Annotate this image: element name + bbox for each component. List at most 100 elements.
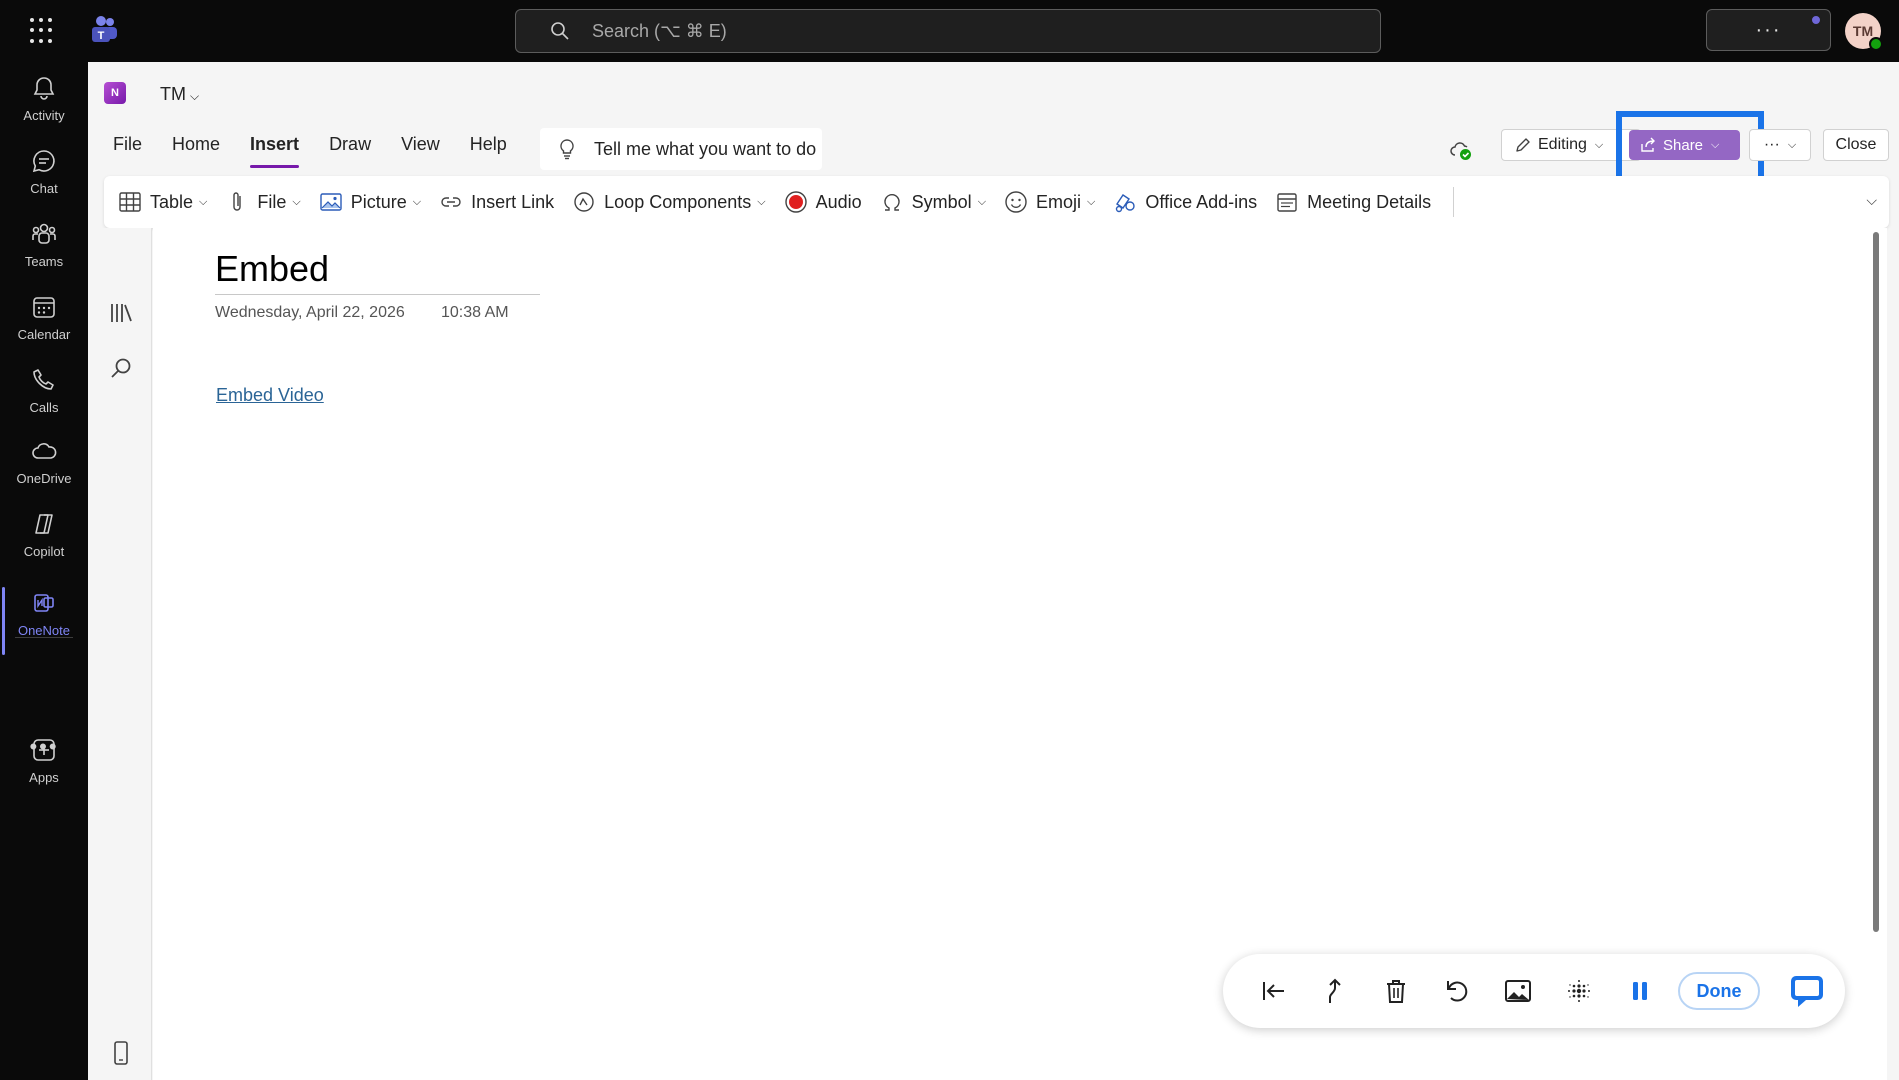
more-actions-button[interactable]: ··· ⌵ <box>1749 129 1811 161</box>
tab-insert[interactable]: Insert <box>250 134 300 168</box>
ribbon-meeting-details-button[interactable]: Meeting Details <box>1275 182 1431 222</box>
tab-home[interactable]: Home <box>172 134 220 164</box>
addins-icon <box>1116 194 1136 213</box>
ribbon-label: Table <box>150 191 194 212</box>
editing-label: Editing <box>1538 136 1587 153</box>
chevron-down-icon: ⌵ <box>1594 138 1604 151</box>
lightbulb-icon <box>560 139 574 160</box>
close-button[interactable]: Close <box>1823 129 1889 161</box>
ribbon-label: Loop Components <box>604 191 752 212</box>
pencil-icon <box>1516 138 1530 152</box>
search-icon <box>551 22 569 40</box>
page-canvas[interactable]: Embed Wednesday, April 22, 2026 10:38 AM… <box>153 228 1887 1080</box>
onenote-app: N TM ⌵ File Home Insert Draw View Help Te… <box>88 62 1899 1080</box>
rail-item-chat[interactable]: Chat <box>0 147 88 213</box>
delete-button[interactable] <box>1381 976 1411 1006</box>
app-launcher-icon[interactable] <box>30 18 56 44</box>
feedback-chat-icon[interactable] <box>1788 972 1826 1010</box>
share-highlight-box <box>1616 111 1764 184</box>
image-button[interactable] <box>1503 976 1533 1006</box>
page-date: Wednesday, April 22, 2026 <box>215 304 405 321</box>
cloud-sync-icon[interactable] <box>1449 138 1473 162</box>
ribbon-audio-button[interactable]: Audio <box>784 182 862 222</box>
ribbon-expand-chevron-icon[interactable]: ⌵ <box>1866 192 1877 209</box>
move-up-button[interactable] <box>1320 976 1350 1006</box>
rail-item-label: Copilot <box>23 544 65 559</box>
chevron-down-icon: ⌵ <box>977 195 987 208</box>
page-time: 10:38 AM <box>441 304 509 321</box>
rail-item-label: Apps <box>29 770 59 785</box>
ribbon-picture-button[interactable]: Picture ⌵ <box>319 182 421 222</box>
ribbon-label: Insert Link <box>471 191 555 212</box>
rail-item-label: Activity <box>23 108 65 123</box>
embed-video-link[interactable]: Embed Video <box>216 385 324 406</box>
tab-draw[interactable]: Draw <box>329 134 371 164</box>
teams-icon <box>32 223 56 244</box>
omega-icon <box>883 193 900 211</box>
ribbon-office-addins-button[interactable]: Office Add-ins <box>1113 182 1257 222</box>
chevron-down-icon: ⌵ <box>199 195 208 208</box>
tab-file[interactable]: File <box>113 134 142 164</box>
ribbon-emoji-button[interactable]: Emoji ⌵ <box>1004 182 1095 222</box>
vertical-scrollbar[interactable] <box>1873 232 1879 932</box>
chat-icon <box>32 150 55 173</box>
page-title[interactable]: Embed <box>215 248 540 295</box>
rail-item-activity[interactable]: Activity <box>0 74 88 140</box>
tab-help[interactable]: Help <box>470 134 507 164</box>
pause-button[interactable] <box>1625 976 1655 1006</box>
done-button[interactable]: Done <box>1678 972 1760 1010</box>
blur-pattern-icon <box>1568 980 1590 1002</box>
rail-item-label: Calendar <box>17 327 71 342</box>
tell-me-search[interactable]: Tell me what you want to do <box>540 128 822 170</box>
more-options-button[interactable]: ··· <box>1706 9 1831 51</box>
notebook-selector[interactable]: TM ⌵ <box>160 84 199 105</box>
rail-item-onenote[interactable]: OneNote <box>0 587 88 655</box>
undo-button[interactable] <box>1442 976 1472 1006</box>
teams-logo-icon[interactable]: T <box>88 14 120 46</box>
rail-item-apps[interactable]: Apps <box>0 736 88 802</box>
notebooks-library-icon[interactable] <box>108 300 134 326</box>
ribbon-divider <box>1453 187 1455 217</box>
blur-button[interactable] <box>1564 976 1594 1006</box>
ribbon-label: Picture <box>350 191 407 212</box>
rail-item-label: OneNote <box>17 623 71 638</box>
rail-item-calendar[interactable]: Calendar <box>0 293 88 359</box>
search-placeholder: Search (⌥ ⌘ E) <box>592 20 727 41</box>
mobile-device-icon[interactable] <box>108 1040 134 1066</box>
rail-item-copilot[interactable]: Copilot <box>0 510 88 576</box>
rail-item-calls[interactable]: Calls <box>0 366 88 432</box>
app-rail: Activity Chat Teams Calendar Calls OneDr… <box>0 62 88 1080</box>
ribbon-loop-components-button[interactable]: Loop Components ⌵ <box>572 182 766 222</box>
record-icon <box>784 191 807 213</box>
pause-icon <box>1633 982 1647 1000</box>
rail-item-teams[interactable]: Teams <box>0 220 88 286</box>
trash-icon <box>1387 980 1405 1003</box>
chevron-down-icon: ⌵ <box>190 89 200 103</box>
ellipsis-icon: ··· <box>1763 136 1780 153</box>
phone-icon <box>33 369 54 390</box>
image-icon <box>1505 980 1531 1002</box>
top-bar: T Search (⌥ ⌘ E) ··· TM <box>0 0 1899 62</box>
svg-text:T: T <box>98 30 105 42</box>
ribbon-label: Symbol <box>911 191 972 212</box>
avatar[interactable]: TM <box>1845 13 1883 51</box>
avatar-initials: TM <box>1852 23 1874 39</box>
rail-item-onedrive[interactable]: OneDrive <box>0 437 88 503</box>
ribbon-table-button[interactable]: Table ⌵ <box>118 182 207 222</box>
presence-available-icon <box>1869 37 1883 51</box>
tab-view[interactable]: View <box>401 134 440 164</box>
collapse-left-button[interactable] <box>1259 976 1289 1006</box>
insert-ribbon: Table ⌵ File ⌵ Picture ⌵ Insert Link Loop C… <box>104 176 1889 228</box>
rail-item-label: Teams <box>24 254 64 269</box>
search-icon[interactable] <box>108 356 134 382</box>
tell-me-placeholder: Tell me what you want to do <box>594 138 817 159</box>
ribbon-label: Meeting Details <box>1307 191 1432 212</box>
plus-box-icon <box>33 739 55 761</box>
ribbon-insert-link-button[interactable]: Insert Link <box>439 182 554 222</box>
search-input[interactable]: Search (⌥ ⌘ E) <box>515 9 1381 53</box>
ribbon-file-button[interactable]: File ⌵ <box>225 182 301 222</box>
notification-dot <box>1810 14 1822 26</box>
ribbon-symbol-button[interactable]: Symbol ⌵ <box>880 182 986 222</box>
emoji-icon <box>1005 191 1027 213</box>
chevron-down-icon: ⌵ <box>412 195 422 208</box>
